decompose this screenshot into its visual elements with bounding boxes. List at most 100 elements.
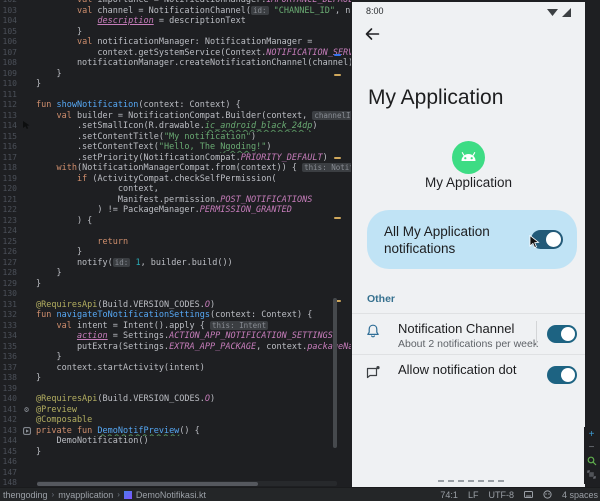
code-line[interactable]: 143private fun DemoNotifPreview() { — [0, 426, 351, 437]
code-line[interactable]: 108 notificationManager.createNotificati… — [0, 58, 351, 69]
code-text[interactable] — [36, 289, 351, 300]
code-text[interactable]: } — [36, 27, 351, 38]
code-line[interactable]: 129} — [0, 279, 351, 290]
code-line[interactable]: 125 return — [0, 237, 351, 248]
notification-dot-toggle[interactable] — [547, 366, 577, 384]
code-line[interactable]: 140@RequiresApi(Build.VERSION_CODES.O) — [0, 394, 351, 405]
line-number[interactable]: 114 — [0, 121, 17, 132]
code-text[interactable] — [36, 226, 351, 237]
all-notifications-card[interactable]: All My Application notifications — [367, 210, 577, 269]
line-number[interactable]: 116 — [0, 142, 17, 153]
code-line[interactable]: 146 — [0, 457, 351, 468]
code-text[interactable]: } — [36, 373, 351, 384]
code-text[interactable]: action = Settings.ACTION_APP_NOTIFICATIO… — [36, 331, 351, 342]
zoom-in-button[interactable]: + — [586, 429, 598, 441]
code-line[interactable]: 127 notify(id: 1, builder.build()) — [0, 258, 351, 269]
code-text[interactable]: } — [36, 79, 351, 90]
code-line[interactable]: 132fun navigateToNotificationSettings(co… — [0, 310, 351, 321]
code-line[interactable]: 104 description = descriptionText — [0, 16, 351, 27]
line-number[interactable]: 145 — [0, 447, 17, 458]
caret-position[interactable]: 74:1 — [440, 490, 458, 500]
code-text[interactable]: val channel = NotificationChannel(id: "C… — [36, 6, 351, 17]
device-preview-screen[interactable]: 8:00 My Application My Application All M… — [352, 2, 585, 487]
code-text[interactable] — [36, 468, 351, 479]
horizontal-scrollbar-thumb[interactable] — [37, 482, 258, 486]
code-text[interactable]: if (ActivityCompat.checkSelfPermission( — [36, 174, 351, 185]
line-number[interactable]: 137 — [0, 363, 17, 374]
breadcrumb[interactable]: thengoding › myapplication › DemoNotifik… — [0, 490, 206, 500]
notification-channel-toggle[interactable] — [547, 325, 577, 343]
zoom-to-selection-button[interactable] — [586, 455, 598, 467]
line-number[interactable]: 129 — [0, 279, 17, 290]
line-number[interactable]: 108 — [0, 58, 17, 69]
code-text[interactable]: .setPriority(NotificationCompat.PRIORITY… — [36, 153, 351, 164]
code-text[interactable] — [36, 90, 351, 101]
code-text[interactable]: val intent = Intent().apply { this: Inte… — [36, 321, 351, 332]
code-line[interactable]: 112fun showNotification(context: Context… — [0, 100, 351, 111]
code-text[interactable]: fun navigateToNotificationSettings(conte… — [36, 310, 351, 321]
line-number[interactable]: 120 — [0, 184, 17, 195]
code-text[interactable]: with(NotificationManagerCompat.from(cont… — [36, 163, 351, 174]
code-text[interactable]: @Composable — [36, 415, 351, 426]
code-line[interactable]: 137 context.startActivity(intent) — [0, 363, 351, 374]
line-number[interactable]: 128 — [0, 268, 17, 279]
line-number[interactable]: 113 — [0, 111, 17, 122]
code-line[interactable]: 126 } — [0, 247, 351, 258]
line-number[interactable]: 105 — [0, 27, 17, 38]
code-line[interactable]: 103 val channel = NotificationChannel(id… — [0, 6, 351, 17]
code-text[interactable]: .setContentTitle("My notification") — [36, 132, 351, 143]
code-line[interactable]: 118 with(NotificationManagerCompat.from(… — [0, 163, 351, 174]
line-number[interactable]: 146 — [0, 457, 17, 468]
line-number[interactable]: 103 — [0, 6, 17, 17]
code-line[interactable]: 114 .setSmallIcon(R.drawable.ic_android_… — [0, 121, 351, 132]
code-text[interactable]: @Preview — [36, 405, 351, 416]
code-line[interactable]: 120 context, — [0, 184, 351, 195]
code-text[interactable]: @RequiresApi(Build.VERSION_CODES.O) — [36, 300, 351, 311]
code-line[interactable]: 135 putExtra(Settings.EXTRA_APP_PACKAGE,… — [0, 342, 351, 353]
line-number[interactable]: 125 — [0, 237, 17, 248]
compose-preview-icon[interactable] — [23, 427, 31, 435]
code-text[interactable]: Manifest.permission.POST_NOTIFICATIONS — [36, 195, 351, 206]
zoom-out-button[interactable]: − — [586, 442, 598, 454]
code-text[interactable]: DemoNotification() — [36, 436, 351, 447]
line-number[interactable]: 144 — [0, 436, 17, 447]
code-text[interactable]: return — [36, 237, 351, 248]
code-line[interactable]: 105 } — [0, 27, 351, 38]
vertical-scrollbar[interactable] — [333, 298, 337, 448]
line-number[interactable]: 126 — [0, 247, 17, 258]
notification-dot-row[interactable]: Allow notification dot — [352, 355, 585, 395]
code-line[interactable]: 134 action = Settings.ACTION_APP_NOTIFIC… — [0, 331, 351, 342]
code-line[interactable]: 133 val intent = Intent().apply { this: … — [0, 321, 351, 332]
line-number[interactable]: 117 — [0, 153, 17, 164]
code-line[interactable]: 136 } — [0, 352, 351, 363]
line-number[interactable]: 141 — [0, 405, 17, 416]
line-number[interactable]: 118 — [0, 163, 17, 174]
code-line[interactable]: 128 } — [0, 268, 351, 279]
code-line[interactable]: 144 DemoNotification() — [0, 436, 351, 447]
line-number[interactable]: 136 — [0, 352, 17, 363]
code-text[interactable]: .setSmallIcon(R.drawable.ic_android_blac… — [36, 121, 351, 132]
code-text[interactable]: .setContentText("Hello, The Ngoding!") — [36, 142, 351, 153]
code-text[interactable]: context.getSystemService(Context.NOTIFIC… — [36, 48, 351, 59]
line-number[interactable]: 127 — [0, 258, 17, 269]
gesture-navigation-bar[interactable] — [438, 480, 504, 482]
line-number[interactable]: 109 — [0, 69, 17, 80]
code-line[interactable]: 117 .setPriority(NotificationCompat.PRIO… — [0, 153, 351, 164]
breadcrumb-item-file[interactable]: DemoNotifikasi.kt — [136, 490, 206, 500]
gutter-gear-icon[interactable]: ⚙ — [24, 405, 29, 414]
code-line[interactable]: 111 — [0, 90, 351, 101]
indent-setting[interactable]: 4 spaces — [562, 490, 598, 500]
code-text[interactable]: } — [36, 69, 351, 80]
code-line[interactable]: 122 ) != PackageManager.PERMISSION_GRANT… — [0, 205, 351, 216]
breadcrumb-item-module[interactable]: thengoding — [3, 490, 48, 500]
code-text[interactable]: putExtra(Settings.EXTRA_APP_PACKAGE, con… — [36, 342, 351, 353]
code-text[interactable]: } — [36, 247, 351, 258]
line-number[interactable]: 134 — [0, 331, 17, 342]
code-line[interactable]: 113 val builder = NotificationCompat.Bui… — [0, 111, 351, 122]
code-text[interactable] — [36, 384, 351, 395]
code-line[interactable]: 115 .setContentTitle("My notification") — [0, 132, 351, 143]
code-text[interactable]: } — [36, 352, 351, 363]
line-number[interactable]: 148 — [0, 478, 17, 487]
code-line[interactable]: 130 — [0, 289, 351, 300]
code-line[interactable]: 106 val notificationManager: Notificatio… — [0, 37, 351, 48]
